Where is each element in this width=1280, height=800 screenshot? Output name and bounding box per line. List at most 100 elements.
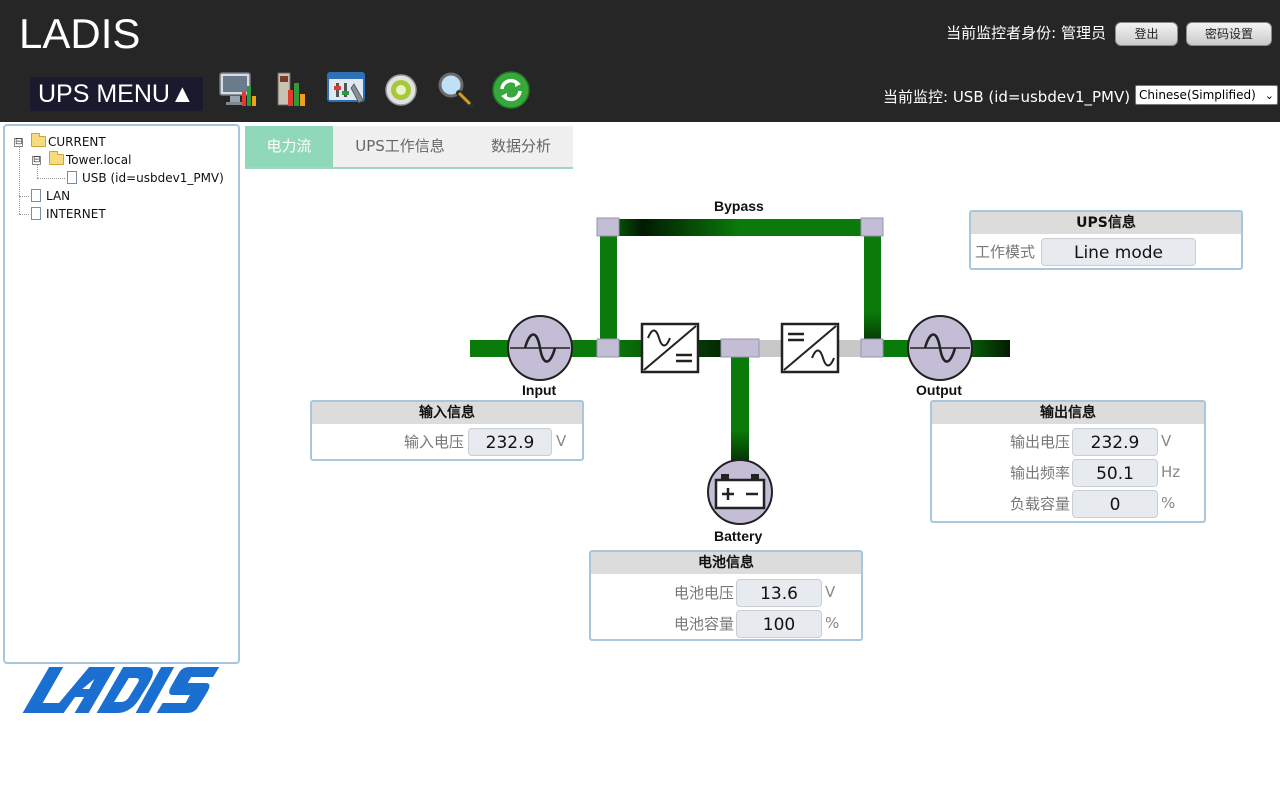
view-tabs: 电力流 UPS工作信息 数据分析 (245, 126, 573, 169)
battery-info-box: 电池信息 电池电压 13.6 V 电池容量 100 % (589, 550, 863, 641)
output-frequency-unit: Hz (1161, 463, 1181, 481)
load-capacity-value: 0 (1072, 490, 1158, 518)
input-voltage-value: 232.9 (468, 428, 552, 456)
user-identity-text: 当前监控者身份: 管理员 (946, 24, 1106, 42)
ups-info-box: UPS信息 工作模式 Line mode (969, 210, 1243, 270)
input-ac-icon (507, 315, 573, 381)
output-info-title: 输出信息 (932, 402, 1204, 424)
junction-node (860, 338, 884, 358)
load-capacity-label: 负载容量 (1009, 495, 1070, 513)
junction-node (596, 338, 620, 358)
gear-icon[interactable] (381, 70, 421, 110)
device-tree-panel: ⊟ CURRENT ⊟ Tower.local USB (id=usbdev1_… (3, 124, 240, 664)
tree-item-lan[interactable]: LAN (30, 188, 150, 204)
output-frequency-label: 输出频率 (1009, 464, 1070, 482)
input-label: Input (522, 382, 557, 398)
folder-icon (31, 133, 46, 147)
language-select[interactable]: Chinese(Simplified) ⌄ (1135, 85, 1278, 105)
input-voltage-unit: V (556, 432, 567, 450)
input-info-box: 输入信息 输入电压 232.9 V (310, 400, 584, 461)
monitor-chart-icon[interactable] (218, 70, 258, 110)
tree-guide-line (19, 196, 29, 197)
battery-icon (707, 459, 773, 525)
output-info-box: 输出信息 输出电压 232.9 V 输出频率 50.1 Hz 负载容量 0 % (930, 400, 1206, 523)
tree-guide-line (19, 214, 29, 215)
ups-menu-button[interactable]: UPS MENU▲ (30, 77, 203, 111)
inverter-icon (780, 322, 840, 374)
ups-info-title: UPS信息 (971, 212, 1241, 234)
inverter-line-off (740, 340, 870, 357)
battery-capacity-label: 电池容量 (673, 615, 734, 633)
tree-guide-line (37, 178, 65, 179)
tree-item-label: LAN (46, 189, 71, 203)
rectifier-icon (640, 322, 700, 374)
battery-voltage-label: 电池电压 (673, 584, 734, 602)
work-mode-row: 工作模式 Line mode (971, 238, 1241, 266)
battery-voltage-value: 13.6 (736, 579, 822, 607)
input-line (470, 340, 610, 357)
logout-button[interactable]: 登出 (1115, 22, 1178, 46)
top-header: LADIS 当前监控者身份: 管理员 登出 密码设置 UPS MENU▲ 当前监… (0, 0, 1280, 122)
tab-data-analysis[interactable]: 数据分析 (475, 126, 567, 167)
output-voltage-row: 输出电压 232.9 V (932, 428, 1204, 456)
output-voltage-value: 232.9 (1072, 428, 1158, 456)
battery-capacity-row: 电池容量 100 % (591, 610, 861, 638)
battery-voltage-row: 电池电压 13.6 V (591, 579, 861, 607)
output-frequency-value: 50.1 (1072, 459, 1158, 487)
junction-node (596, 217, 620, 237)
tab-ups-work-info[interactable]: UPS工作信息 (341, 126, 459, 167)
bypass-label: Bypass (714, 198, 764, 214)
battery-capacity-unit: % (825, 614, 840, 632)
work-mode-value: Line mode (1041, 238, 1196, 266)
refresh-icon[interactable] (491, 70, 531, 110)
current-monitor-text: 当前监控: USB (id=usbdev1_PMV) (883, 88, 1131, 106)
chevron-down-icon: ⌄ (1264, 89, 1274, 102)
load-capacity-row: 负载容量 0 % (932, 490, 1204, 518)
output-ac-icon (907, 315, 973, 381)
junction-node (860, 217, 884, 237)
load-capacity-unit: % (1161, 494, 1176, 512)
folder-icon (49, 151, 64, 165)
input-voltage-row: 输入电压 232.9 V (312, 428, 582, 456)
work-mode-label: 工作模式 (975, 243, 1036, 261)
bypass-line-left (600, 228, 617, 348)
tree-item-label: Tower.local (66, 153, 132, 167)
tab-power-flow[interactable]: 电力流 (245, 126, 333, 167)
bypass-line-right (864, 228, 881, 348)
junction-node (720, 338, 760, 358)
output-label: Output (916, 382, 962, 398)
output-line (870, 340, 1010, 357)
password-settings-button[interactable]: 密码设置 (1186, 22, 1272, 46)
document-icon (31, 189, 41, 202)
battery-capacity-value: 100 (736, 610, 822, 638)
tree-item-label: CURRENT (48, 135, 106, 149)
battery-line (731, 350, 749, 465)
document-icon (31, 207, 41, 220)
tree-item-tower-local[interactable]: ⊟ Tower.local (32, 151, 232, 168)
battery-info-title: 电池信息 (591, 552, 861, 574)
input-info-title: 输入信息 (312, 402, 582, 424)
battery-voltage-unit: V (825, 583, 836, 601)
tree-guide-line (19, 146, 20, 214)
report-icon[interactable] (272, 70, 312, 110)
tree-item-current[interactable]: ⊟ CURRENT (14, 133, 234, 150)
language-selected-value: Chinese(Simplified) (1139, 88, 1256, 102)
tree-item-label: INTERNET (46, 207, 106, 221)
output-voltage-unit: V (1161, 432, 1172, 450)
battery-label: Battery (714, 528, 763, 544)
brand-title: LADIS (19, 10, 141, 57)
bypass-line-top (600, 219, 880, 236)
output-frequency-row: 输出频率 50.1 Hz (932, 459, 1204, 487)
output-voltage-label: 输出电压 (1009, 433, 1070, 451)
tree-item-usb-device[interactable]: USB (id=usbdev1_PMV) (66, 170, 236, 186)
tree-item-label: USB (id=usbdev1_PMV) (82, 171, 224, 185)
magnifier-icon[interactable] (435, 70, 475, 110)
ladis-logo (20, 665, 222, 717)
tree-item-internet[interactable]: INTERNET (30, 206, 150, 222)
settings-panel-icon[interactable] (326, 70, 366, 110)
document-icon (67, 171, 77, 184)
input-voltage-label: 输入电压 (403, 433, 464, 451)
collapse-icon[interactable]: ⊟ (14, 138, 23, 147)
collapse-icon[interactable]: ⊟ (32, 156, 41, 165)
rectifier-line (610, 340, 740, 357)
